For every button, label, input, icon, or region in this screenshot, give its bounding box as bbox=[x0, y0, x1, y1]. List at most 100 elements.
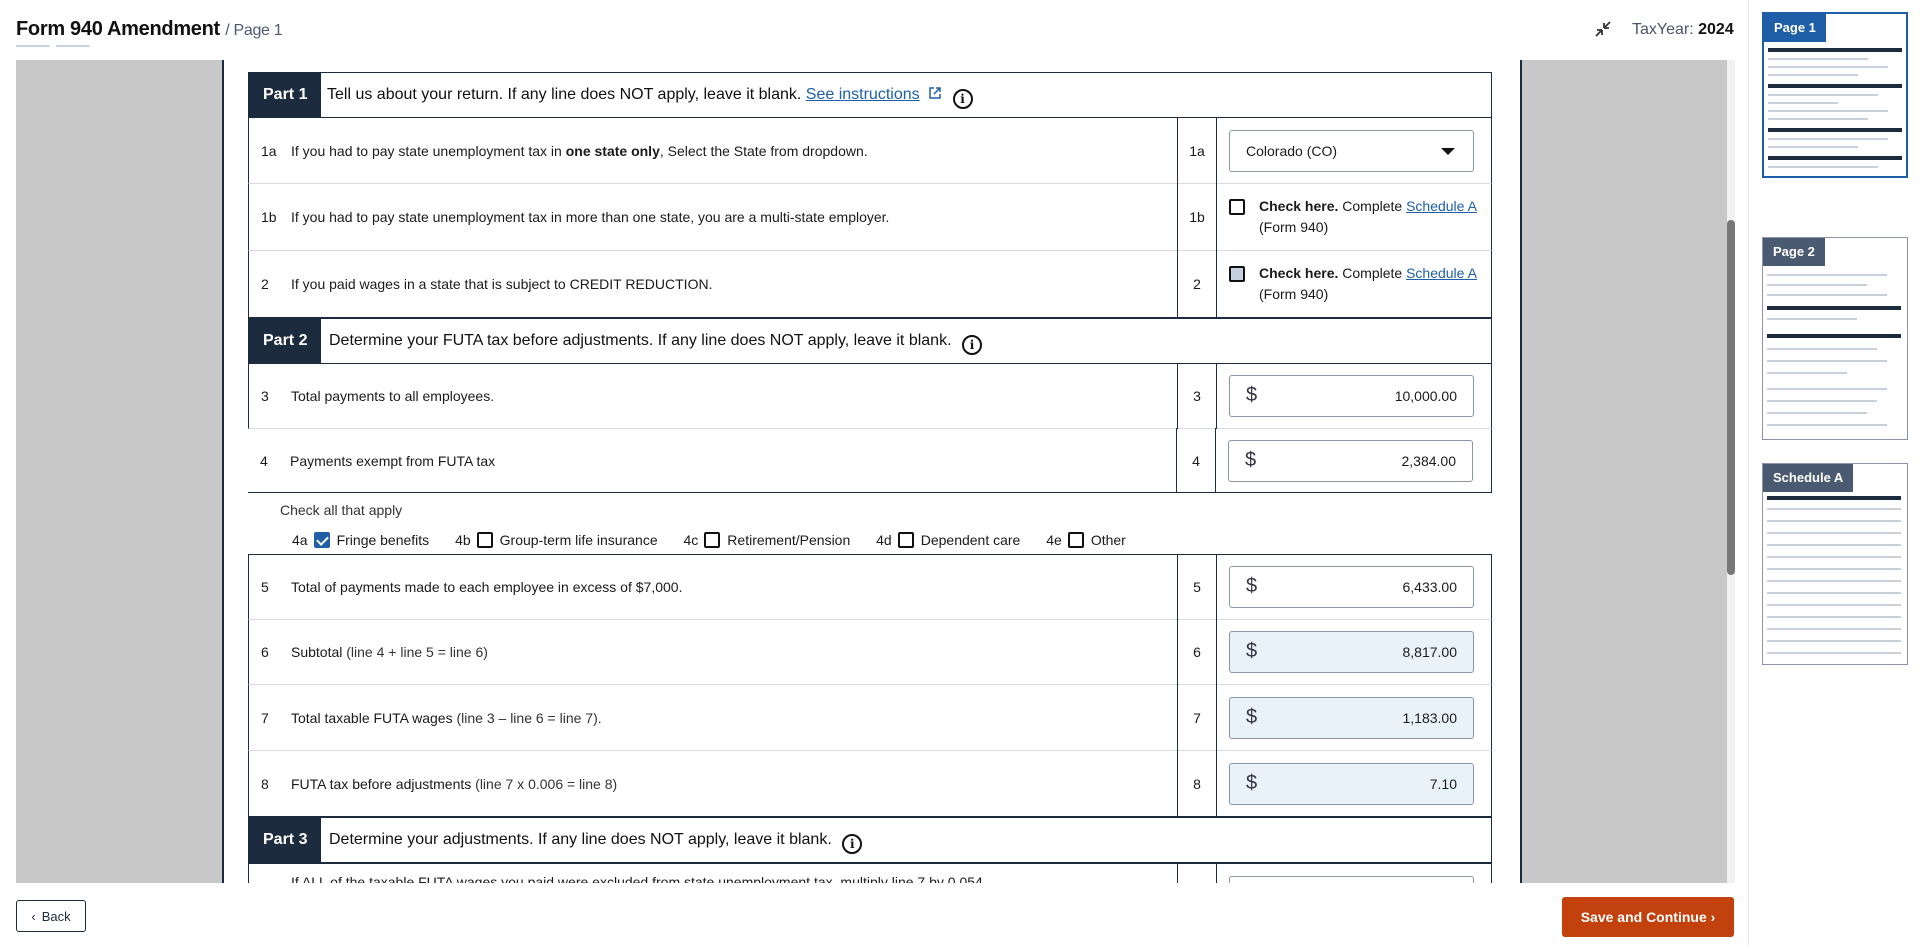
line-number: 1a bbox=[261, 142, 277, 159]
option-4b[interactable]: 4b Group-term life insurance bbox=[455, 532, 658, 549]
option-4e[interactable]: 4e Other bbox=[1046, 532, 1126, 549]
thumbnail-page-2[interactable]: Page 2 bbox=[1762, 237, 1908, 440]
amount-value: 10,000.00 bbox=[1394, 388, 1457, 404]
checkbox-icon[interactable] bbox=[897, 532, 914, 549]
checkbox-icon[interactable] bbox=[476, 532, 493, 549]
option-4d[interactable]: 4d Dependent care bbox=[876, 532, 1020, 549]
page-thumbnails: Page 1 Page 2 Schedule A bbox=[1748, 0, 1920, 945]
line-label-box: 4 bbox=[1176, 428, 1216, 493]
line-1a-row: 1a If you had to pay state unemployment … bbox=[248, 117, 1492, 184]
line-description: Subtotal (line 4 + line 5 = line 6) bbox=[291, 644, 488, 660]
state-select[interactable]: Colorado (CO) bbox=[1229, 130, 1474, 172]
credit-reduction-checkbox[interactable] bbox=[1229, 266, 1245, 282]
dollar-icon: $ bbox=[1246, 771, 1258, 794]
desc-extra: (line 3 – line 6 = line 7). bbox=[452, 709, 602, 726]
line-description: Total payments to all employees. bbox=[291, 388, 494, 404]
check-bold: Check here. bbox=[1259, 265, 1339, 281]
tax-year-value: 2024 bbox=[1698, 21, 1734, 38]
desc-extra: (line 4 + line 5 = line 6) bbox=[342, 644, 488, 660]
line-9-row: If ALL of the taxable FUTA wages you pai… bbox=[248, 863, 1492, 883]
line-4-input[interactable]: $2,384.00 bbox=[1228, 439, 1473, 482]
option-label: Group-term life insurance bbox=[499, 532, 658, 549]
option-4a[interactable]: 4a Fringe benefits bbox=[292, 532, 429, 549]
part3-header: Part 3 Determine your adjustments. If an… bbox=[248, 817, 1492, 863]
dollar-icon: $ bbox=[1246, 575, 1258, 597]
line-label-box: 1b bbox=[1177, 183, 1217, 251]
amount-value: 7.10 bbox=[1429, 775, 1457, 792]
option-4c[interactable]: 4c Retirement/Pension bbox=[684, 532, 850, 549]
back-label: Back bbox=[41, 908, 71, 924]
dollar-icon: $ bbox=[1246, 384, 1258, 406]
amount-value: 1,183.00 bbox=[1402, 709, 1458, 726]
amount-value: 8,817.00 bbox=[1402, 644, 1458, 660]
part2-text: Determine your FUTA tax before adjustmen… bbox=[329, 332, 982, 355]
line-label-box: 3 bbox=[1177, 363, 1217, 429]
thumbnail-schedule-a[interactable]: Schedule A bbox=[1762, 463, 1908, 665]
desc-text: Total payments to all employees. bbox=[291, 388, 495, 404]
title-underline bbox=[16, 45, 50, 47]
line-label: 2 bbox=[1193, 276, 1201, 292]
save-and-continue-button[interactable]: Save and Continue › bbox=[1562, 897, 1734, 937]
line-label: 4 bbox=[1192, 452, 1200, 469]
multistate-checkbox[interactable] bbox=[1229, 199, 1245, 215]
part2-title: Determine your FUTA tax before adjustmen… bbox=[329, 332, 952, 349]
scrollbar-thumb[interactable] bbox=[1727, 220, 1735, 575]
line-3-row: 3 Total payments to all employees. 3 $10… bbox=[248, 363, 1492, 429]
exempt-options: 4a Fringe benefits 4b Group-term life insu… bbox=[292, 531, 1148, 553]
page-subtitle: / Page 1 bbox=[225, 22, 283, 39]
part3-tag: Part 3 bbox=[249, 818, 322, 862]
line-8-row: 8 FUTA tax before adjustments (line 7 x … bbox=[248, 750, 1492, 817]
info-icon[interactable]: i bbox=[842, 834, 863, 854]
part1-tag: Part 1 bbox=[249, 73, 322, 117]
header: Form 940 Amendment / Page 1 TaxYear: 202… bbox=[0, 0, 1748, 58]
line-3-input[interactable]: $10,000.00 bbox=[1229, 375, 1474, 417]
line-2-row: 2 If you paid wages in a state that is s… bbox=[248, 250, 1492, 318]
line-number: 7 bbox=[261, 709, 269, 726]
line-7-row: 7 Total taxable FUTA wages (line 3 – lin… bbox=[248, 684, 1492, 751]
schedule-a-link[interactable]: Schedule A bbox=[1406, 265, 1477, 281]
line-label-box bbox=[1177, 863, 1217, 883]
line-label: 7 bbox=[1193, 709, 1201, 726]
thumbnail-page-1[interactable]: Page 1 bbox=[1762, 12, 1908, 178]
desc-text: If you had to pay state unemployment tax… bbox=[291, 142, 566, 159]
line-description: FUTA tax before adjustments (line 7 x 0.… bbox=[291, 776, 617, 792]
option-code: 4b bbox=[455, 532, 471, 549]
part2-tag: Part 2 bbox=[249, 319, 322, 363]
line-number: 8 bbox=[261, 775, 269, 792]
line-label: 1b bbox=[1189, 209, 1205, 225]
schedule-a-link[interactable]: Schedule A bbox=[1406, 198, 1477, 214]
line-label: 6 bbox=[1193, 644, 1201, 660]
line-label-box: 6 bbox=[1177, 619, 1217, 685]
checkbox-checked-icon[interactable] bbox=[313, 532, 330, 549]
page-title: Form 940 Amendment / Page 1 bbox=[16, 18, 283, 41]
thumbnail-label: Schedule A bbox=[1763, 464, 1854, 492]
line-label-box: 1a bbox=[1177, 117, 1217, 184]
info-icon[interactable]: i bbox=[961, 335, 982, 355]
checkbox-icon[interactable] bbox=[704, 532, 721, 549]
line-9-input[interactable] bbox=[1229, 876, 1474, 883]
line-label-box: 2 bbox=[1177, 250, 1217, 318]
save-label: Save and Continue bbox=[1580, 909, 1707, 925]
see-instructions-link[interactable]: See instructions bbox=[806, 86, 920, 103]
desc-text: Total of payments made to each employee … bbox=[291, 579, 683, 595]
tax-year: TaxYear: 2024 bbox=[1632, 21, 1734, 39]
check-bold: Check here. bbox=[1259, 198, 1339, 214]
check-sub: (Form 940) bbox=[1259, 286, 1329, 302]
line-number: 3 bbox=[261, 388, 269, 404]
checkbox-icon[interactable] bbox=[1067, 532, 1084, 549]
title-underline bbox=[56, 45, 90, 47]
chevron-down-icon bbox=[1441, 148, 1455, 155]
line-label-box: 8 bbox=[1177, 750, 1217, 817]
line-5-input[interactable]: $6,433.00 bbox=[1229, 566, 1474, 608]
amount-value: 6,433.00 bbox=[1402, 579, 1458, 595]
back-button[interactable]: ‹ Back bbox=[16, 900, 86, 932]
chevron-left-icon: ‹ bbox=[31, 908, 36, 924]
part1-text: Tell us about your return. If any line d… bbox=[327, 86, 973, 109]
info-icon[interactable]: i bbox=[952, 89, 973, 109]
collapse-icon[interactable] bbox=[1594, 20, 1612, 38]
check-text: Complete bbox=[1338, 198, 1407, 214]
line-number: 5 bbox=[261, 579, 269, 595]
external-link-icon[interactable] bbox=[928, 86, 942, 100]
line-number: 2 bbox=[261, 276, 269, 292]
part3-text: Determine your adjustments. If any line … bbox=[329, 831, 863, 854]
